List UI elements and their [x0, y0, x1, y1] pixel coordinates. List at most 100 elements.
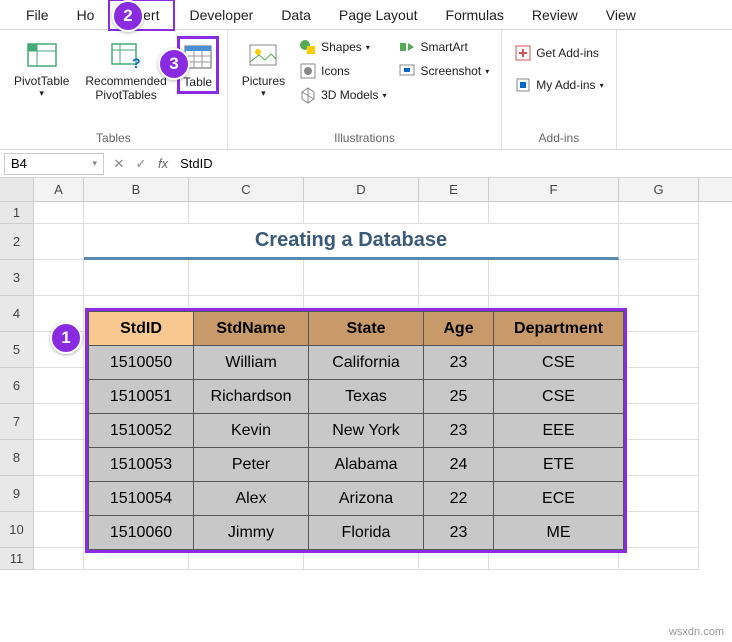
table-cell[interactable]: 1510060 [89, 516, 194, 550]
fx-icon[interactable]: fx [152, 156, 174, 171]
cell-A11[interactable] [34, 548, 84, 570]
table-cell[interactable]: Florida [309, 516, 424, 550]
col-header-D[interactable]: D [304, 178, 419, 201]
row-header-9[interactable]: 9 [0, 476, 34, 512]
row-header-1[interactable]: 1 [0, 202, 34, 224]
name-box[interactable]: B4 ▾ [4, 153, 104, 175]
row-header-10[interactable]: 10 [0, 512, 34, 548]
select-all-corner[interactable] [0, 178, 34, 201]
tab-data[interactable]: Data [267, 1, 325, 29]
cell-B3[interactable] [84, 260, 189, 296]
cell-A3[interactable] [34, 260, 84, 296]
cell-E3[interactable] [419, 260, 489, 296]
row-header-3[interactable]: 3 [0, 260, 34, 296]
3dmodels-button[interactable]: 3D Models ▾ [295, 84, 390, 106]
table-cell[interactable]: Peter [194, 448, 309, 482]
table-cell[interactable]: 1510050 [89, 346, 194, 380]
icons-button[interactable]: Icons [295, 60, 390, 82]
table-header-stdid[interactable]: StdID [89, 312, 194, 346]
cell-G8[interactable] [619, 440, 699, 476]
table-header-stdname[interactable]: StdName [194, 312, 309, 346]
tab-view[interactable]: View [592, 1, 650, 29]
cell-G10[interactable] [619, 512, 699, 548]
cell-A8[interactable] [34, 440, 84, 476]
table-cell[interactable]: 1510051 [89, 380, 194, 414]
col-header-F[interactable]: F [489, 178, 619, 201]
cell-A6[interactable] [34, 368, 84, 404]
cell-G7[interactable] [619, 404, 699, 440]
col-header-B[interactable]: B [84, 178, 189, 201]
cell-G9[interactable] [619, 476, 699, 512]
cell-A7[interactable] [34, 404, 84, 440]
screenshot-button[interactable]: Screenshot ▾ [394, 60, 493, 82]
table-cell[interactable]: ME [494, 516, 624, 550]
table-cell[interactable]: 1510053 [89, 448, 194, 482]
col-header-A[interactable]: A [34, 178, 84, 201]
tab-developer[interactable]: Developer [175, 1, 267, 29]
table-cell[interactable]: 22 [424, 482, 494, 516]
cell-G5[interactable] [619, 332, 699, 368]
pivottable-button[interactable]: PivotTable ▾ [8, 36, 75, 103]
row-header-4[interactable]: 4 [0, 296, 34, 332]
table-cell[interactable]: 23 [424, 414, 494, 448]
table-cell[interactable]: 24 [424, 448, 494, 482]
table-cell[interactable]: 25 [424, 380, 494, 414]
table-header-department[interactable]: Department [494, 312, 624, 346]
tab-ho[interactable]: Ho [63, 1, 109, 29]
table-cell[interactable]: CSE [494, 346, 624, 380]
cell-G6[interactable] [619, 368, 699, 404]
cell-A9[interactable] [34, 476, 84, 512]
shapes-button[interactable]: Shapes ▾ [295, 36, 390, 58]
cell-B1[interactable] [84, 202, 189, 224]
table-cell[interactable]: Texas [309, 380, 424, 414]
table-cell[interactable]: EEE [494, 414, 624, 448]
table-cell[interactable]: Alex [194, 482, 309, 516]
table-cell[interactable]: New York [309, 414, 424, 448]
table-header-age[interactable]: Age [424, 312, 494, 346]
smartart-button[interactable]: SmartArt [394, 36, 493, 58]
cell-F1[interactable] [489, 202, 619, 224]
cell-G11[interactable] [619, 548, 699, 570]
table-cell[interactable]: ECE [494, 482, 624, 516]
cell-A2[interactable] [34, 224, 84, 260]
row-header-7[interactable]: 7 [0, 404, 34, 440]
my-addins-button[interactable]: My Add-ins ▾ [510, 74, 607, 96]
row-header-8[interactable]: 8 [0, 440, 34, 476]
col-header-C[interactable]: C [189, 178, 304, 201]
cell-C3[interactable] [189, 260, 304, 296]
row-header-6[interactable]: 6 [0, 368, 34, 404]
cell-A10[interactable] [34, 512, 84, 548]
table-cell[interactable]: ETE [494, 448, 624, 482]
cell-G1[interactable] [619, 202, 699, 224]
row-header-5[interactable]: 5 [0, 332, 34, 368]
col-header-G[interactable]: G [619, 178, 699, 201]
table-cell[interactable]: William [194, 346, 309, 380]
cell-A1[interactable] [34, 202, 84, 224]
tab-formulas[interactable]: Formulas [432, 1, 518, 29]
table-cell[interactable]: Kevin [194, 414, 309, 448]
row-header-11[interactable]: 11 [0, 548, 34, 570]
row-header-2[interactable]: 2 [0, 224, 34, 260]
formula-input[interactable] [174, 153, 732, 175]
cell-D1[interactable] [304, 202, 419, 224]
table-cell[interactable]: CSE [494, 380, 624, 414]
table-cell[interactable]: Richardson [194, 380, 309, 414]
cell-E1[interactable] [419, 202, 489, 224]
table-cell[interactable]: 1510054 [89, 482, 194, 516]
col-header-E[interactable]: E [419, 178, 489, 201]
table-cell[interactable]: Arizona [309, 482, 424, 516]
cell-G4[interactable] [619, 296, 699, 332]
cell-G3[interactable] [619, 260, 699, 296]
tab-review[interactable]: Review [518, 1, 592, 29]
cell-G2[interactable] [619, 224, 699, 260]
table-cell[interactable]: Jimmy [194, 516, 309, 550]
table-cell[interactable]: Alabama [309, 448, 424, 482]
table-header-state[interactable]: State [309, 312, 424, 346]
tab-page layout[interactable]: Page Layout [325, 1, 432, 29]
table-cell[interactable]: 23 [424, 346, 494, 380]
cancel-icon[interactable]: ✕ [108, 153, 130, 175]
cell-F3[interactable] [489, 260, 619, 296]
get-addins-button[interactable]: Get Add-ins [510, 42, 607, 64]
cell-C1[interactable] [189, 202, 304, 224]
enter-icon[interactable]: ✓ [130, 153, 152, 175]
